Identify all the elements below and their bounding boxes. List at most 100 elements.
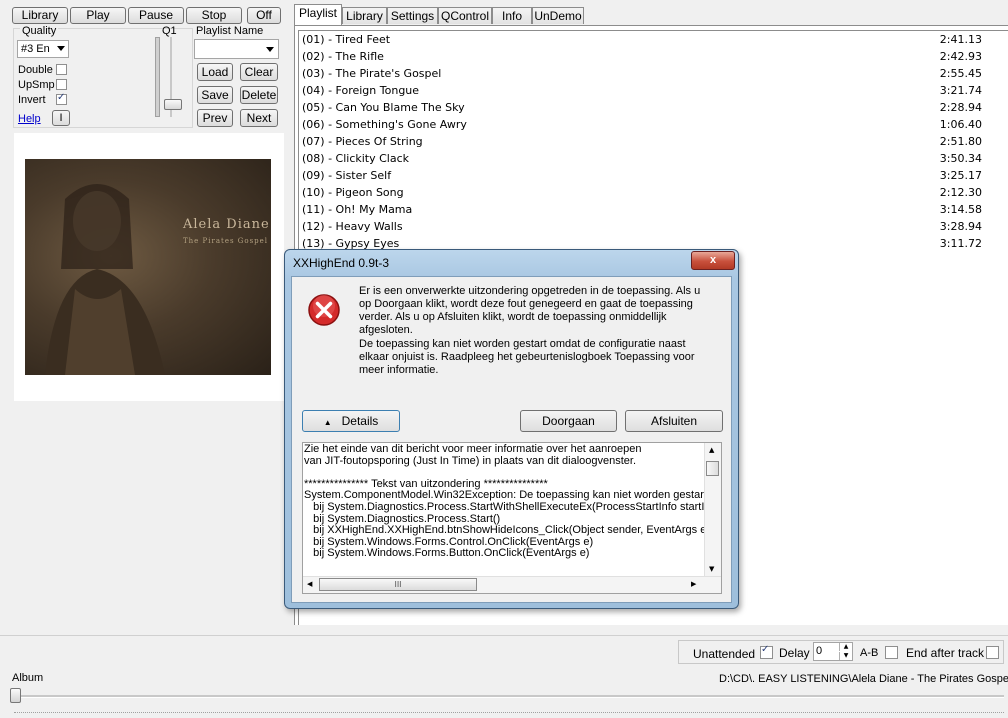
track-title: (05) - Can You Blame The Sky	[302, 101, 465, 114]
playlist-row[interactable]: (11) - Oh! My Mama 3:14.58	[302, 203, 982, 220]
details-textbox[interactable]: Zie het einde van dit bericht voor meer …	[302, 442, 722, 594]
delay-label: Delay	[779, 646, 810, 660]
track-title: (04) - Foreign Tongue	[302, 84, 420, 97]
details-button[interactable]: ▲ Details	[302, 410, 400, 432]
playlist-row[interactable]: (09) - Sister Self 3:25.17	[302, 169, 982, 186]
dialog-message-2: De toepassing kan niet worden gestart om…	[359, 338, 695, 376]
playlist-name-select[interactable]	[194, 39, 279, 59]
album-cover-image: Alela Diane The Pirates Gospel	[25, 159, 271, 375]
tab-library[interactable]: Library	[342, 7, 387, 24]
quit-button[interactable]: Afsluiten	[625, 410, 723, 432]
album-cover-artist: Alela Diane	[183, 217, 270, 232]
double-checkbox[interactable]	[56, 64, 67, 75]
track-duration: 2:42.93	[939, 50, 982, 63]
track-duration: 3:14.58	[939, 203, 982, 216]
pause-button[interactable]: Pause	[128, 7, 184, 24]
playlist-row[interactable]: (05) - Can You Blame The Sky 2:28.94	[302, 101, 982, 118]
track-duration: 3:21.74	[939, 84, 982, 97]
dialog-close-button[interactable]: x	[691, 251, 735, 270]
playlist-row[interactable]: (03) - The Pirate's Gospel 2:55.45	[302, 67, 982, 84]
track-title: (09) - Sister Self	[302, 169, 392, 182]
close-icon: x	[709, 254, 717, 266]
track-title: (02) - The Rifle	[302, 50, 384, 63]
error-dialog: XXHighEnd 0.9t-3 x Er is een onverwerkte…	[284, 249, 739, 609]
chevron-down-icon	[57, 46, 65, 51]
off-button[interactable]: Off	[247, 7, 281, 24]
details-vscrollbar[interactable]: ▲ ▼	[704, 443, 721, 577]
track-duration: 2:28.94	[939, 101, 982, 114]
track-title: (07) - Pieces Of String	[302, 135, 423, 148]
track-title: (10) - Pigeon Song	[302, 186, 404, 199]
tab-playlist[interactable]: Playlist	[294, 4, 342, 25]
error-icon	[308, 294, 340, 326]
details-line: bij System.Windows.Forms.Button.OnClick(…	[304, 547, 590, 560]
tab-info[interactable]: Info	[492, 7, 532, 24]
next-button[interactable]: Next	[240, 109, 278, 127]
scroll-left-icon[interactable]: ◀	[307, 580, 312, 588]
track-duration: 2:51.80	[939, 135, 982, 148]
track-duration: 1:06.40	[939, 118, 982, 131]
scroll-up-icon[interactable]: ▲	[709, 446, 714, 454]
ab-label: A-B	[860, 647, 879, 659]
stop-button[interactable]: Stop	[186, 7, 242, 24]
invert-label: Invert	[18, 94, 46, 106]
details-hscrollbar[interactable]: ◀ III ▶	[303, 576, 721, 593]
stepper-down-icon[interactable]: ▼	[839, 652, 852, 660]
invert-checkbox[interactable]	[56, 92, 67, 105]
dialog-message-1: Er is een onverwerkte uitzondering opget…	[359, 285, 701, 336]
delay-value: 0	[816, 645, 823, 657]
playlist-row[interactable]: (02) - The Rifle 2:42.93	[302, 50, 982, 67]
quality-select[interactable]: #3 En	[17, 40, 69, 58]
upsmp-checkbox[interactable]	[56, 79, 67, 90]
delete-button[interactable]: Delete	[240, 86, 278, 104]
tab-qcontrol[interactable]: QControl	[438, 7, 492, 24]
ab-checkbox[interactable]	[885, 646, 898, 659]
track-title: (12) - Heavy Walls	[302, 220, 403, 233]
track-duration: 3:25.17	[939, 169, 982, 182]
playlist-row[interactable]: (07) - Pieces Of String 2:51.80	[302, 135, 982, 152]
vscroll-thumb[interactable]	[706, 461, 719, 476]
tick-marks	[14, 712, 1004, 714]
track-title: (08) - Clickity Clack	[302, 152, 410, 165]
playlist-row[interactable]: (04) - Foreign Tongue 3:21.74	[302, 84, 982, 101]
q1-slider-track[interactable]	[155, 37, 160, 117]
playlist-row[interactable]: (06) - Something's Gone Awry 1:06.40	[302, 118, 982, 135]
track-duration: 2:55.45	[939, 67, 982, 80]
position-slider-track[interactable]	[14, 695, 1004, 698]
current-path: D:\CD\. EASY LISTENING\Alela Diane - The…	[719, 673, 1008, 685]
prev-button[interactable]: Prev	[197, 109, 233, 127]
scroll-down-icon[interactable]: ▼	[709, 565, 714, 573]
continue-button[interactable]: Doorgaan	[520, 410, 617, 432]
hscroll-thumb[interactable]: III	[319, 578, 477, 591]
track-duration: 3:50.34	[939, 152, 982, 165]
scroll-right-icon[interactable]: ▶	[691, 580, 696, 588]
unattended-checkbox[interactable]	[760, 644, 773, 659]
details-text: Zie het einde van dit bericht voor meer …	[304, 444, 709, 577]
tab-undemo[interactable]: UnDemo	[532, 7, 584, 24]
tab-settings[interactable]: Settings	[387, 7, 438, 24]
info-button[interactable]: I	[52, 110, 70, 126]
track-duration: 2:41.13	[939, 33, 982, 46]
details-line: bij XXHighEnd.XXHighEnd.btnShowHideIcons…	[304, 524, 709, 537]
save-button[interactable]: Save	[197, 86, 233, 104]
playlist-row[interactable]: (08) - Clickity Clack 3:50.34	[302, 152, 982, 169]
help-link[interactable]: Help	[18, 113, 41, 125]
track-title: (01) - Tired Feet	[302, 33, 391, 46]
clear-button[interactable]: Clear	[240, 63, 278, 81]
playlist-row[interactable]: (01) - Tired Feet 2:41.13	[302, 33, 982, 50]
stepper-up-icon[interactable]: ▲	[839, 643, 852, 651]
q1-slider-thumb[interactable]	[164, 99, 182, 110]
details-line: Zie het einde van dit bericht voor meer …	[304, 444, 642, 455]
details-button-label: Details	[341, 414, 379, 428]
playlist-row[interactable]: (12) - Heavy Walls 3:28.94	[302, 220, 982, 237]
track-title: (11) - Oh! My Mama	[302, 203, 413, 216]
quality-label: Quality	[20, 25, 59, 37]
playlist-row[interactable]: (10) - Pigeon Song 2:12.30	[302, 186, 982, 203]
quality-select-value: #3 En	[21, 43, 50, 55]
load-button[interactable]: Load	[197, 63, 233, 81]
library-button[interactable]: Library	[12, 7, 68, 24]
position-slider-thumb[interactable]	[10, 688, 21, 703]
end-after-track-checkbox[interactable]	[986, 646, 999, 659]
play-button[interactable]: Play	[70, 7, 126, 24]
delay-stepper[interactable]: 0 ▲ ▼	[813, 642, 853, 661]
